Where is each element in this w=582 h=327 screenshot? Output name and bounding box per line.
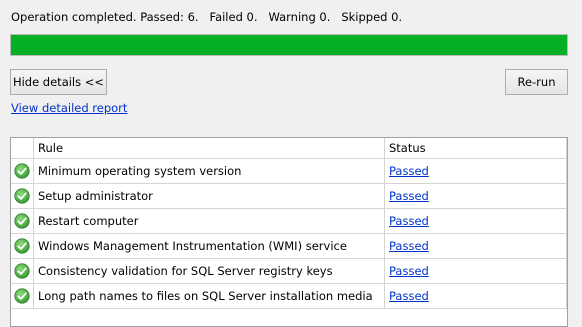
rule-name: Restart computer: [34, 209, 385, 233]
table-body: Minimum operating system version Passed Se…: [11, 159, 567, 309]
rule-name: Long path names to files on SQL Server i…: [34, 284, 385, 308]
check-circle-icon: [14, 263, 30, 279]
row-status-icon-cell: [11, 184, 34, 208]
check-circle-icon: [14, 288, 30, 304]
operation-summary: Operation completed. Passed: 6. Failed 0…: [11, 10, 403, 24]
rule-name: Windows Management Instrumentation (WMI)…: [34, 234, 385, 258]
column-header-rule[interactable]: Rule: [34, 138, 385, 158]
table-row[interactable]: Long path names to files on SQL Server i…: [11, 284, 567, 309]
column-header-status[interactable]: Status: [385, 138, 567, 158]
table-row[interactable]: Windows Management Instrumentation (WMI)…: [11, 234, 567, 259]
status-cell: Passed: [385, 209, 567, 233]
status-cell: Passed: [385, 159, 567, 183]
rerun-button[interactable]: Re-run: [505, 69, 568, 95]
table-header: Rule Status: [11, 138, 567, 159]
status-passed-link[interactable]: Passed: [389, 289, 429, 303]
check-circle-icon: [14, 238, 30, 254]
rule-name: Minimum operating system version: [34, 159, 385, 183]
status-passed-link[interactable]: Passed: [389, 164, 429, 178]
status-cell: Passed: [385, 234, 567, 258]
row-status-icon-cell: [11, 284, 34, 308]
table-row[interactable]: Setup administrator Passed: [11, 184, 567, 209]
check-circle-icon: [14, 213, 30, 229]
row-status-icon-cell: [11, 209, 34, 233]
check-circle-icon: [14, 163, 30, 179]
hide-details-button[interactable]: Hide details <<: [10, 69, 107, 95]
status-passed-link[interactable]: Passed: [389, 264, 429, 278]
column-header-icon[interactable]: [11, 138, 34, 158]
status-cell: Passed: [385, 284, 567, 308]
check-circle-icon: [14, 188, 30, 204]
view-detailed-report-link[interactable]: View detailed report: [11, 101, 127, 115]
rule-name: Consistency validation for SQL Server re…: [34, 259, 385, 283]
table-row[interactable]: Restart computer Passed: [11, 209, 567, 234]
row-status-icon-cell: [11, 259, 34, 283]
table-row[interactable]: Consistency validation for SQL Server re…: [11, 259, 567, 284]
status-passed-link[interactable]: Passed: [389, 189, 429, 203]
status-passed-link[interactable]: Passed: [389, 239, 429, 253]
status-cell: Passed: [385, 184, 567, 208]
row-status-icon-cell: [11, 159, 34, 183]
rule-name: Setup administrator: [34, 184, 385, 208]
rules-table: Rule Status Minimum operating system ver…: [10, 137, 568, 327]
progress-bar-fill: [11, 35, 567, 55]
status-cell: Passed: [385, 259, 567, 283]
table-row[interactable]: Minimum operating system version Passed: [11, 159, 567, 184]
status-passed-link[interactable]: Passed: [389, 214, 429, 228]
progress-bar: [10, 34, 568, 56]
row-status-icon-cell: [11, 234, 34, 258]
